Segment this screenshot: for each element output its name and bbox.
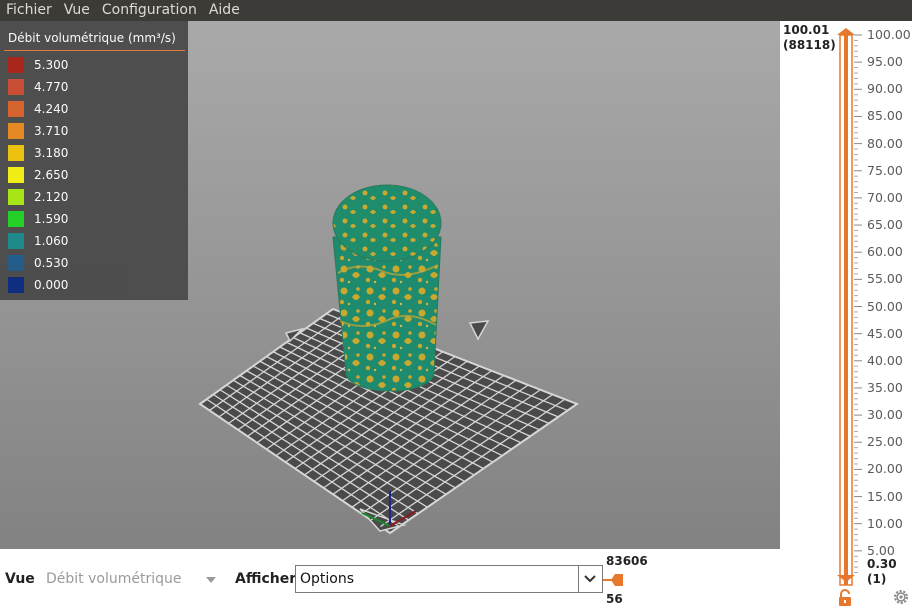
legend-swatch [8, 255, 24, 271]
legend-swatch [8, 167, 24, 183]
top-layer-height: 100.01 [783, 23, 830, 37]
legend-value: 4.770 [34, 80, 69, 94]
top-layer-label: 100.01 (88118) [783, 23, 836, 53]
ruler-tick-label: 70.00 [867, 189, 903, 205]
ruler-tick-label: 15.00 [867, 488, 903, 504]
ruler-tick-label: 90.00 [867, 81, 903, 97]
legend-swatch [8, 101, 24, 117]
ruler-tick-label: 65.00 [867, 217, 903, 233]
bottom-toolbar: Vue Débit volumétrique Afficher Options … [0, 549, 780, 609]
legend-value: 3.710 [34, 124, 69, 138]
legend-swatch [8, 211, 24, 227]
legend-value: 3.180 [34, 146, 69, 160]
bottom-layer-label: 0.30 (1) [867, 557, 897, 587]
menu-file[interactable]: Fichier [0, 0, 58, 21]
ruler-tick-label: 10.00 [867, 515, 903, 531]
menu-configuration[interactable]: Configuration [96, 0, 203, 21]
ruler-tick-label: 25.00 [867, 434, 903, 450]
ruler-tick-label: 40.00 [867, 352, 903, 368]
options-value: Options [300, 571, 355, 587]
chevron-down-icon [206, 577, 216, 583]
legend-row: 2.120 [8, 186, 68, 208]
ruler-tick-label: 85.00 [867, 108, 903, 124]
top-thumb[interactable] [837, 28, 855, 35]
legend-title: Débit volumétrique (mm³/s) [8, 31, 176, 45]
chevron-down-icon [584, 575, 596, 583]
legend-swatch [8, 189, 24, 205]
ruler-tick-label: 35.00 [867, 379, 903, 395]
view-type-select[interactable]: Débit volumétrique [40, 566, 223, 592]
legend-value: 2.650 [34, 168, 69, 182]
legend-swatch [8, 123, 24, 139]
horizontal-slider-bottom-value: 56 [606, 592, 623, 606]
view-label: Vue [5, 571, 35, 587]
ruler-tick-label: 80.00 [867, 135, 903, 151]
ruler-tick-label: 45.00 [867, 325, 903, 341]
ruler-tick-label: 30.00 [867, 407, 903, 423]
printed-model [332, 184, 442, 392]
3d-viewport[interactable]: Débit volumétrique (mm³/s) 5.300 4.770 4.2… [0, 21, 780, 549]
options-dropdown-button[interactable] [579, 565, 603, 593]
legend-row: 5.300 [8, 54, 68, 76]
bottom-layer-height: 0.30 [867, 557, 897, 571]
view-type-value: Débit volumétrique [46, 571, 182, 587]
top-layer-index: (88118) [783, 38, 836, 52]
layer-slider-panel: 100.01 (88118) 100.00 95.00 90.00 85.00 80.0… [780, 21, 912, 609]
ruler-tick-label: 50.00 [867, 298, 903, 314]
legend-row: 3.710 [8, 120, 68, 142]
lock-icon[interactable] [837, 589, 853, 607]
legend-swatch [8, 277, 24, 293]
ruler-tick-label: 60.00 [867, 244, 903, 260]
ruler-tick-label: 95.00 [867, 54, 903, 70]
ruler-tick-label: 75.00 [867, 162, 903, 178]
bottom-layer-index: (1) [867, 572, 887, 586]
horizontal-slider-thumb[interactable] [603, 572, 623, 588]
legend-value: 0.530 [34, 256, 69, 270]
legend-swatch [8, 145, 24, 161]
legend-row: 0.000 [8, 274, 68, 296]
legend-panel: Débit volumétrique (mm³/s) 5.300 4.770 4.2… [0, 21, 188, 300]
menu-view[interactable]: Vue [58, 0, 96, 21]
legend-swatch [8, 79, 24, 95]
legend-value: 1.060 [34, 234, 69, 248]
menu-help[interactable]: Aide [203, 0, 246, 21]
ruler-tick-label: 20.00 [867, 461, 903, 477]
legend-separator [4, 50, 185, 51]
gear-icon[interactable] [892, 588, 910, 606]
legend-value: 1.590 [34, 212, 69, 226]
ruler-tick-label: 100.00 [867, 27, 911, 42]
legend-row: 1.590 [8, 208, 68, 230]
menu-bar: Fichier Vue Configuration Aide [0, 0, 912, 21]
ruler-tick-label: 55.00 [867, 271, 903, 287]
legend-value: 5.300 [34, 58, 69, 72]
legend-row: 3.180 [8, 142, 68, 164]
horizontal-slider-top-value: 83606 [606, 554, 648, 568]
show-label: Afficher [235, 571, 297, 587]
legend-row: 2.650 [8, 164, 68, 186]
legend-row: 1.060 [8, 230, 68, 252]
legend-row: 4.240 [8, 98, 68, 120]
legend-value: 2.120 [34, 190, 69, 204]
legend-entries: 5.300 4.770 4.240 3.710 3.180 2.650 2.120 1.590… [8, 54, 68, 296]
ruler-tick-label: 5.00 [867, 542, 895, 558]
ruler-ticks [854, 34, 862, 574]
legend-swatch [8, 57, 24, 73]
legend-row: 4.770 [8, 76, 68, 98]
legend-value: 4.240 [34, 102, 69, 116]
legend-swatch [8, 233, 24, 249]
legend-row: 0.530 [8, 252, 68, 274]
options-combo[interactable]: Options [295, 565, 579, 593]
legend-value: 0.000 [34, 278, 69, 292]
slider-track-fill [844, 35, 848, 585]
